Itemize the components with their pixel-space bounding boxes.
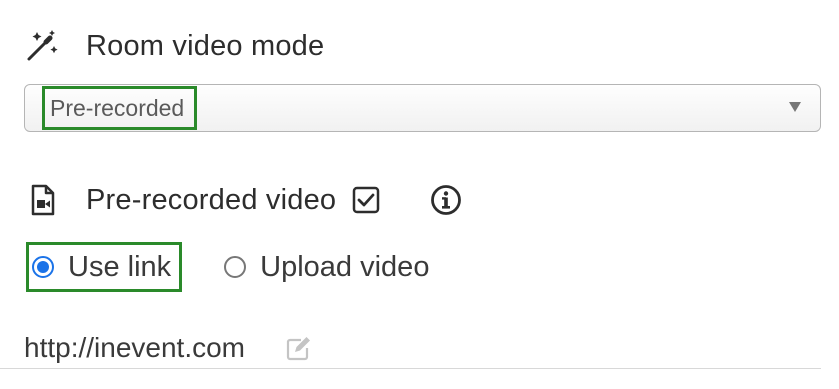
radio-use-link-circle[interactable] bbox=[32, 256, 54, 278]
radio-use-link[interactable]: Use link bbox=[26, 242, 183, 292]
radio-use-link-label: Use link bbox=[68, 250, 172, 283]
edit-icon[interactable] bbox=[285, 336, 311, 362]
radio-upload-video[interactable]: Upload video bbox=[224, 242, 429, 292]
room-video-mode-selected-value[interactable]: Pre-recorded bbox=[42, 86, 197, 130]
radio-upload-video-label: Upload video bbox=[260, 250, 430, 283]
dropdown-arrow-icon[interactable] bbox=[789, 102, 801, 112]
video-link-value[interactable]: http://inevent.com bbox=[24, 332, 245, 364]
video-source-radio-group: Use link Upload video bbox=[26, 242, 429, 292]
video-file-icon bbox=[30, 184, 56, 216]
prerecorded-video-title: Pre-recorded video bbox=[86, 183, 337, 216]
room-video-mode-select[interactable]: Pre-recorded bbox=[24, 84, 821, 132]
room-video-mode-header: Room video mode bbox=[24, 24, 324, 68]
video-link-field[interactable]: http://inevent.com bbox=[0, 326, 821, 369]
prerecorded-video-header: Pre-recorded video bbox=[30, 178, 492, 222]
radio-upload-video-circle[interactable] bbox=[224, 256, 247, 278]
magic-wand-icon bbox=[24, 28, 60, 64]
info-icon[interactable] bbox=[430, 184, 462, 216]
room-video-mode-title: Room video mode bbox=[86, 29, 325, 62]
checked-checkbox-icon[interactable] bbox=[352, 186, 380, 214]
